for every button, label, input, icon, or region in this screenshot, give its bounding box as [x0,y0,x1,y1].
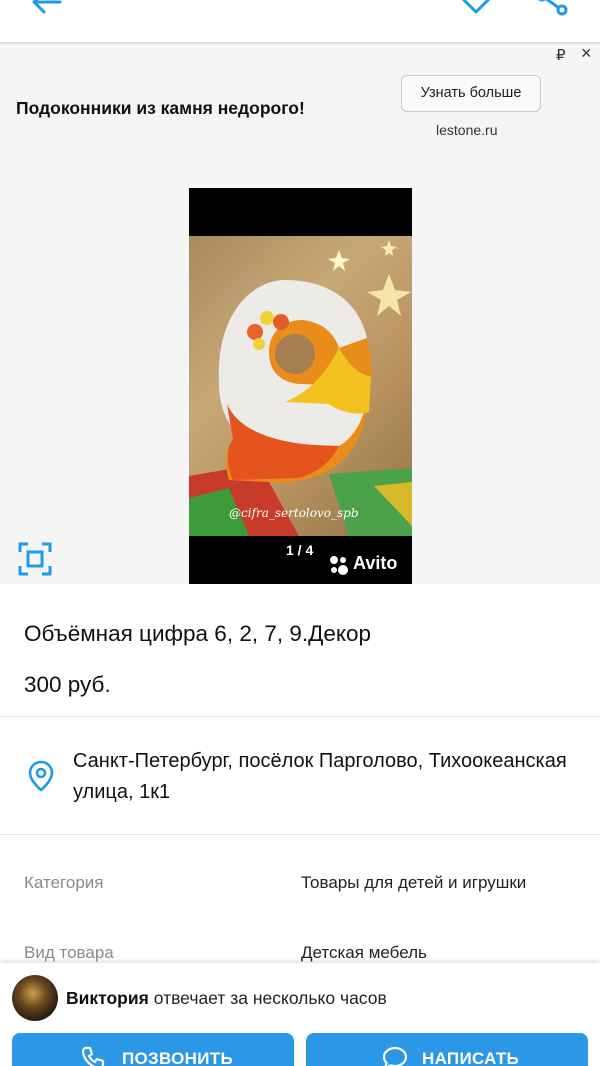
param-value-type: Детская мебель [301,943,427,962]
ad-close-icon[interactable]: × [581,44,592,62]
call-button[interactable]: ПОЗВОНИТЬ [12,1033,294,1066]
param-label-type: Вид товара [24,943,114,962]
seller-avatar[interactable] [12,975,58,1021]
avito-brand-text: Avito [353,553,398,573]
photo-watermark: @cifra_sertolovo_spb [229,506,359,520]
listing-photo[interactable]: @cifra_sertolovo_spb 1 / 4 Avito [189,188,412,584]
ad-headline[interactable]: Подоконники из камня недорого! [16,98,305,119]
photo-scene [189,236,412,536]
param-label-category: Категория [24,873,104,892]
contact-panel: Виктория отвечает за несколько часов ПОЗ… [0,963,600,1066]
fullscreen-icon[interactable] [18,542,52,576]
learn-more-button[interactable]: Узнать больше [401,75,541,112]
seller-name: Виктория [66,988,149,1008]
heart-icon[interactable] [458,0,494,18]
ad-currency-icon: ₽ [556,47,566,64]
back-arrow-icon[interactable] [30,0,64,20]
divider [0,834,600,835]
top-bar [0,0,600,42]
listing-price: 300 руб. [24,672,111,697]
listing-address[interactable]: Санкт-Петербург, посёлок Парголово, Тихо… [73,746,573,808]
listing-title: Объёмная цифра 6, 2, 7, 9.Декор [24,621,371,646]
divider [0,716,600,717]
call-button-label: ПОЗВОНИТЬ [122,1049,233,1066]
photo-counter: 1 / 4 [286,542,314,558]
number-nine-decor-image [189,240,412,536]
param-value-category: Товары для детей и игрушки [301,873,527,892]
seller-response-time: отвечает за несколько часов [153,988,387,1008]
location-pin-icon [28,760,54,792]
write-button[interactable]: НАПИСАТЬ [306,1033,588,1066]
write-button-label: НАПИСАТЬ [422,1049,520,1066]
share-icon[interactable] [536,0,570,20]
chat-bubble-icon [382,1046,408,1066]
ad-domain: lestone.ru [436,122,498,138]
phone-icon [81,1046,105,1066]
seller-info[interactable]: Виктория отвечает за несколько часов [66,988,387,1009]
